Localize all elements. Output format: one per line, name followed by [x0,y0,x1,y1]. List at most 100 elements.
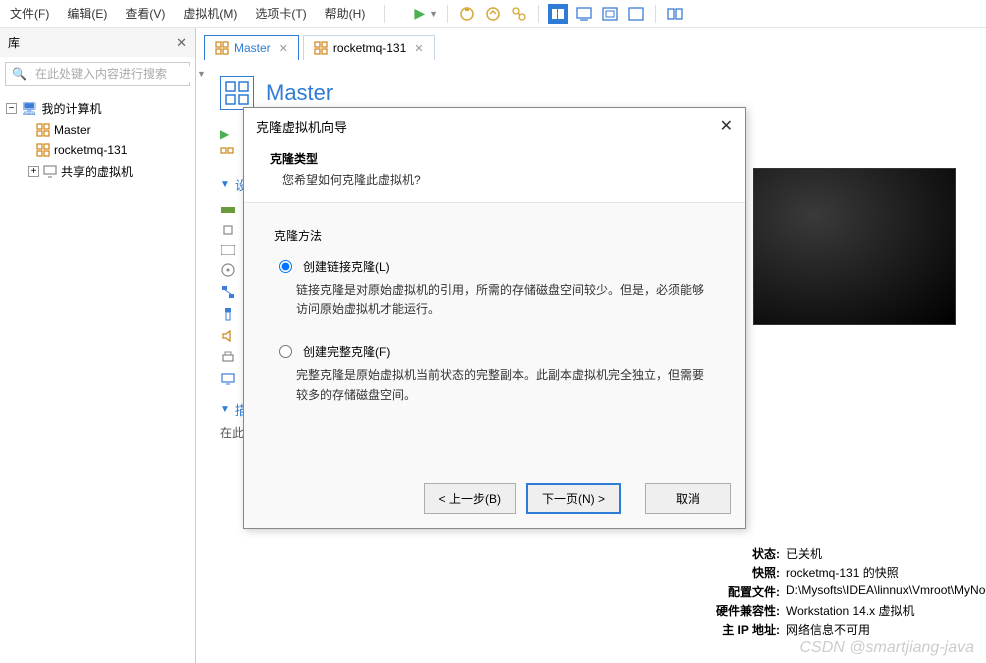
sound-icon [220,329,236,343]
toolbar: ▶▼ [414,4,685,24]
shared-icon [43,165,57,179]
cancel-button[interactable]: 取消 [645,483,731,514]
menu-view[interactable]: 查看(V) [123,1,167,26]
state-value: 已关机 [786,545,822,562]
menu-vm[interactable]: 虚拟机(M) [181,1,239,26]
dialog-header: 克隆虚拟机向导 ✕ [244,108,745,144]
tree-shared-vms[interactable]: + 共享的虚拟机 [4,160,191,183]
collapse-icon[interactable]: − [6,103,17,114]
compat-label: 硬件兼容性: [686,602,786,619]
menu-file[interactable]: 文件(F) [8,1,51,26]
dialog-body: 克隆方法 创建链接克隆(L) 链接克隆是对原始虚拟机的引用，所需的存储磁盘空间较… [244,203,745,473]
linked-clone-desc: 链接克隆是对原始虚拟机的引用，所需的存储磁盘空间较少。但是，必须能够访问原始虚拟… [274,281,715,319]
usb-icon [220,307,236,321]
separator [447,5,448,23]
preview-thumbnail [754,169,955,324]
separator [538,5,539,23]
cd-icon [220,263,236,277]
menu-help[interactable]: 帮助(H) [323,1,368,26]
vm-icon [36,123,50,137]
panel-title: 库 [8,34,20,51]
vm-details: 状态:已关机 快照:rocketmq-131 的快照 配置文件:D:\Mysof… [686,544,986,639]
separator [384,5,385,23]
next-button[interactable]: 下一页(N) > [526,483,621,514]
radio-linked-clone[interactable]: 创建链接克隆(L) [274,258,715,275]
close-icon[interactable]: ✕ [720,116,733,136]
view-thumbnails-icon[interactable] [548,4,568,24]
tree-label: 共享的虚拟机 [61,163,133,180]
snapshot-value: rocketmq-131 的快照 [786,564,899,581]
menu-edit[interactable]: 编辑(E) [65,1,109,26]
config-label: 配置文件: [686,583,786,600]
tab-bar: Master ✕ rocketmq-131 ✕ [196,28,986,60]
library-panel: 库 ✕ 🔍 ▼ − 🖥 我的计算机 Master rocketmq-131 [0,28,196,663]
ip-value: 网络信息不可用 [786,621,870,638]
back-button[interactable]: < 上一步(B) [424,483,516,514]
dialog-subheader: 克隆类型 您希望如何克隆此虚拟机? [244,144,745,203]
search-input[interactable] [33,66,192,82]
tab-label: rocketmq-131 [333,41,406,55]
disk-icon [220,245,236,255]
view-console-icon[interactable] [574,4,594,24]
radio-input-linked[interactable] [279,260,292,273]
panel-header: 库 ✕ [0,28,195,57]
vm-tree: − 🖥 我的计算机 Master rocketmq-131 + 共享的虚拟机 [0,91,195,189]
expand-icon[interactable]: + [28,166,39,177]
printer-icon [220,351,236,365]
ip-label: 主 IP 地址: [686,621,786,638]
close-icon[interactable]: ✕ [176,35,187,51]
config-value: D:\Mysofts\IDEA\linnux\Vmroot\MyNode.vmx [786,583,986,600]
method-label: 克隆方法 [274,227,715,244]
library-icon[interactable] [665,4,685,24]
snapshot-icon[interactable] [457,4,477,24]
full-clone-desc: 完整克隆是原始虚拟机当前状态的完整副本。此副本虚拟机完全独立，但需要较多的存储磁… [274,366,715,404]
dialog-footer: < 上一步(B) 下一页(N) > 取消 [244,473,745,528]
dialog-subtitle: 克隆类型 [270,150,719,167]
vm-icon [314,41,328,55]
cpu-icon [220,223,236,237]
vm-icon [215,41,229,55]
edit-icon [220,147,234,161]
snapshot-revert-icon[interactable] [483,4,503,24]
search-box: 🔍 ▼ [5,62,190,86]
radio-input-full[interactable] [279,345,292,358]
snapshot-manage-icon[interactable] [509,4,529,24]
close-icon[interactable]: ✕ [414,42,423,55]
play-icon[interactable]: ▶ [414,5,425,22]
search-icon: 🔍 [6,67,33,81]
clone-wizard-dialog: 克隆虚拟机向导 ✕ 克隆类型 您希望如何克隆此虚拟机? 克隆方法 创建链接克隆(… [243,107,746,529]
tree-vm-master[interactable]: Master [4,120,191,140]
compat-value: Workstation 14.x 虚拟机 [786,602,915,619]
watermark: CSDN @smartjiang-java [799,639,974,657]
dropdown-icon[interactable]: ▼ [429,9,438,19]
memory-icon [220,205,236,215]
tab-label: Master [234,41,271,55]
dialog-subdesc: 您希望如何克隆此虚拟机? [270,171,719,188]
menubar: 文件(F) 编辑(E) 查看(V) 虚拟机(M) 选项卡(T) 帮助(H) ▶▼ [0,0,986,28]
dialog-title: 克隆虚拟机向导 [256,117,720,136]
view-unity-icon[interactable] [626,4,646,24]
vm-name: Master [266,80,333,106]
vm-preview[interactable] [753,168,956,325]
menu-tabs[interactable]: 选项卡(T) [253,1,308,26]
radio-label: 创建完整克隆(F) [303,343,390,360]
separator [655,5,656,23]
vm-icon [36,143,50,157]
tab-master[interactable]: Master ✕ [204,35,299,60]
tree-vm-rocketmq[interactable]: rocketmq-131 [4,140,191,160]
computer-icon: 🖥 [21,101,38,117]
view-fullscreen-icon[interactable] [600,4,620,24]
vm-title-row: Master [220,76,962,110]
state-label: 状态: [686,545,786,562]
close-icon[interactable]: ✕ [279,42,288,55]
tree-label: rocketmq-131 [54,143,127,157]
network-icon [220,285,236,299]
tree-label: 我的计算机 [42,100,102,117]
tree-my-computer[interactable]: − 🖥 我的计算机 [4,97,191,120]
display-icon [220,373,236,385]
tree-label: Master [54,123,91,137]
tab-rocketmq[interactable]: rocketmq-131 ✕ [303,35,435,60]
snapshot-label: 快照: [686,564,786,581]
radio-label: 创建链接克隆(L) [303,258,390,275]
radio-full-clone[interactable]: 创建完整克隆(F) [274,343,715,360]
